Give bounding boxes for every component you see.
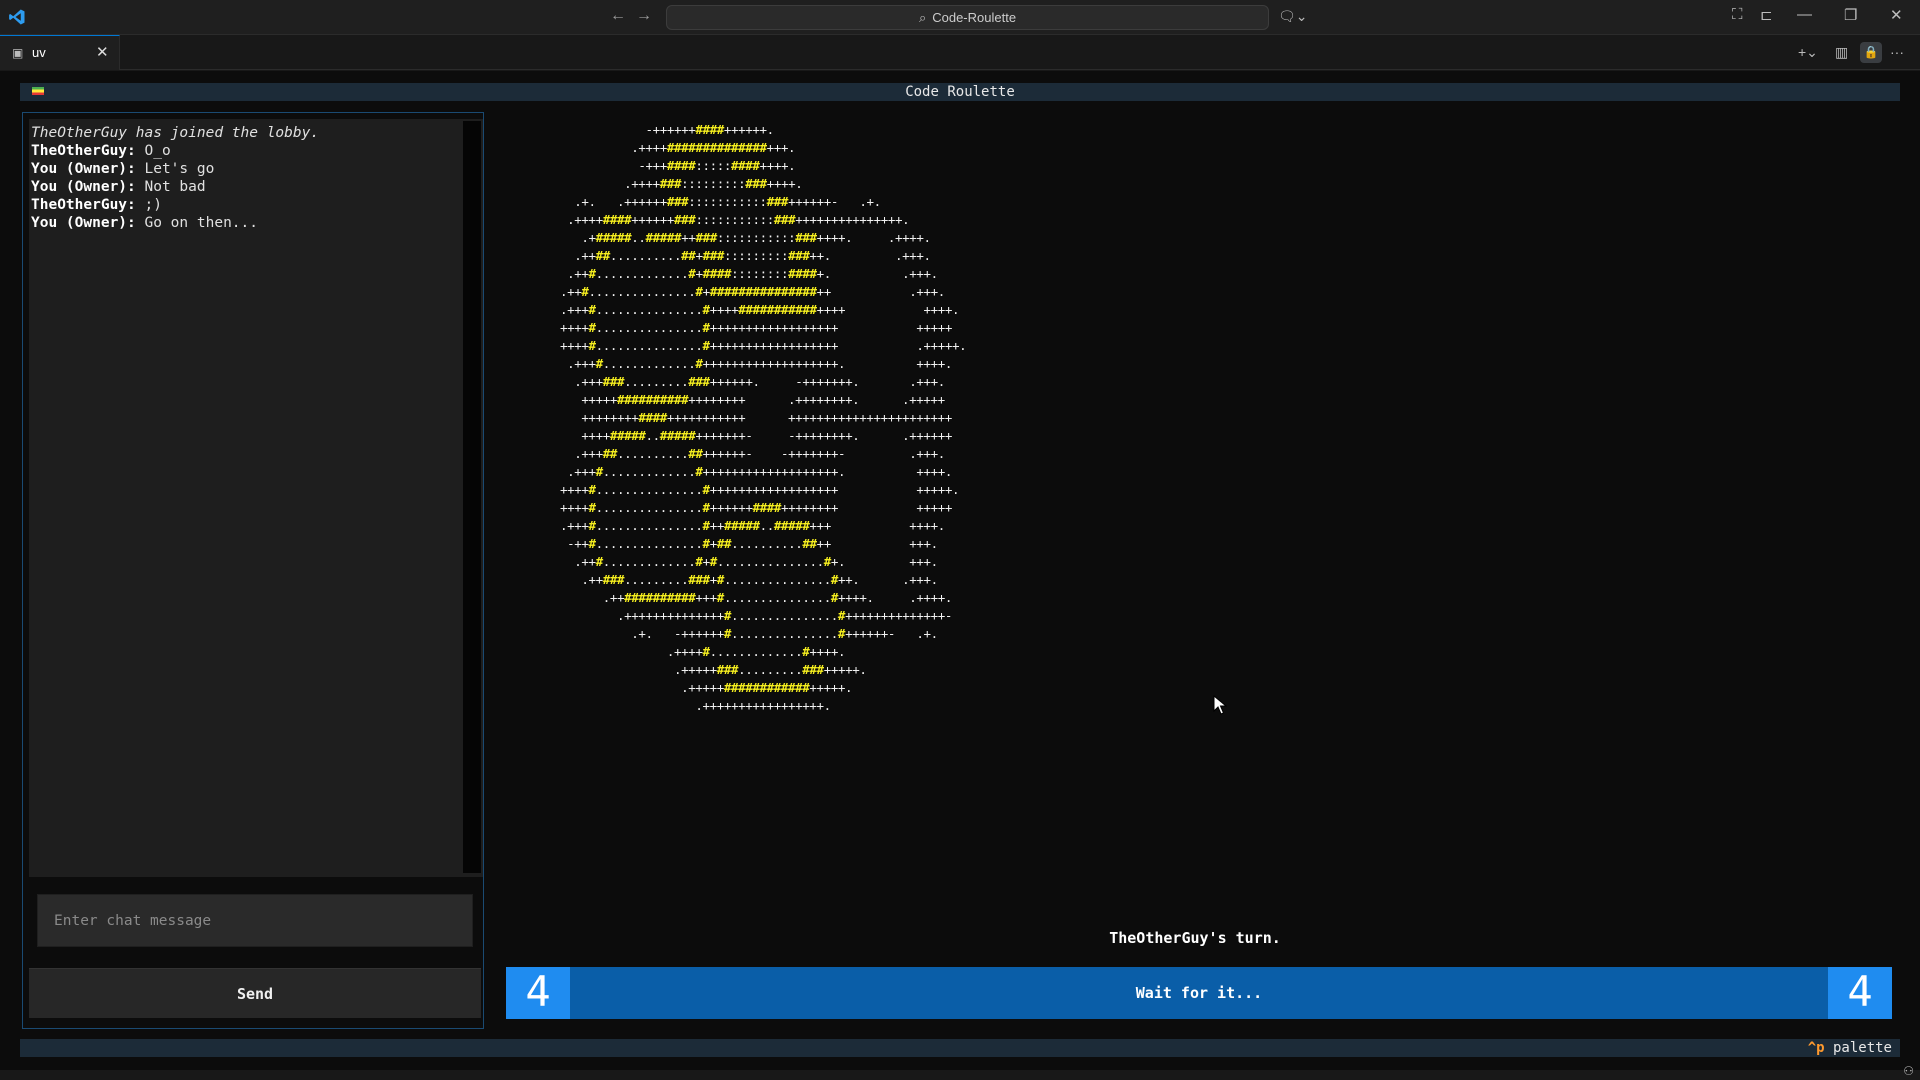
chat-scrollbar[interactable] <box>463 121 481 873</box>
tab-label: uv <box>32 45 46 60</box>
chat-author: You (Owner): <box>31 215 136 231</box>
chat-icon[interactable]: 🗨⌄ <box>1278 8 1308 25</box>
roulette-ascii-art: -++++++####++++++. .++++##############++… <box>560 121 967 715</box>
art-line: .+++#...............#++#####..#####+++ +… <box>560 518 945 533</box>
status-bar: ⚇ <box>0 1064 1920 1080</box>
art-line: .++##..........##+###:::::::::###++. .++… <box>560 248 931 263</box>
palette-key: ^p <box>1807 1040 1825 1056</box>
vscode-logo-icon[interactable] <box>8 8 26 26</box>
palette-hint[interactable]: ^p palette <box>1808 1039 1892 1057</box>
art-line: .++##########+++#...............#++++. .… <box>560 590 953 605</box>
art-line: .+++###.........###++++++. -+++++++. .++… <box>560 374 945 389</box>
chat-log[interactable]: TheOtherGuy has joined the lobby. TheOthe… <box>29 119 483 877</box>
app-title: Code Roulette <box>905 84 1015 100</box>
art-line: ++++#...............#++++++++++++++++++ … <box>560 320 952 335</box>
app-header: Code Roulette <box>20 83 1900 101</box>
chat-author: You (Owner): <box>31 179 136 195</box>
chat-message: TheOtherGuy has joined the lobby. <box>31 124 319 142</box>
chat-text: Not bad <box>135 179 206 195</box>
art-line: .++###.........###+#...............#++. … <box>560 572 938 587</box>
app-footer: ^p palette <box>20 1039 1900 1057</box>
countdown-left: 4 <box>506 967 570 1019</box>
preview-icon: ▣ <box>12 46 24 60</box>
chat-author: TheOtherGuy: <box>31 143 136 159</box>
fullscreen-icon[interactable]: ⛶ <box>1732 6 1743 23</box>
lock-icon[interactable]: 🔒 <box>1860 42 1882 63</box>
arrow-left-icon[interactable]: ← <box>610 7 626 25</box>
art-line: .+#####..#####++###:::::::::::###++++. .… <box>560 230 931 245</box>
chat-text: Let's go <box>135 161 215 177</box>
art-line: .+++#.............#+++++++++++++++++++. … <box>560 464 952 479</box>
art-line: .+++++++++++++++++. <box>560 698 831 713</box>
art-line: .+++##..........##++++++- -+++++++- .+++… <box>560 446 945 461</box>
more-actions-icon[interactable]: ··· <box>1890 44 1904 60</box>
art-line: .++++##############+++. <box>560 140 796 155</box>
art-line: .++++####++++++###:::::::::::###++++++++… <box>560 212 910 227</box>
terminal-app: Code Roulette TheOtherGuy has joined the… <box>0 71 1920 1070</box>
search-text: Code-Roulette <box>932 10 1017 25</box>
art-line: .++#.............#+####::::::::####+. .+… <box>560 266 938 281</box>
title-bar: ← → ⌕ Code-Roulette 🗨⌄ ⛶ ⊏ — ❐ ✕ <box>0 0 1920 35</box>
chat-message: TheOtherGuy: O_o <box>31 142 319 160</box>
split-editor-icon[interactable]: ▥ <box>1835 44 1848 61</box>
arrow-right-icon[interactable]: → <box>636 7 652 25</box>
art-line: .+++#.............#+++++++++++++++++++. … <box>560 356 952 371</box>
turn-status: TheOtherGuy's turn. <box>1109 929 1281 947</box>
close-icon[interactable]: ✕ <box>96 36 109 70</box>
restore-icon[interactable]: ❐ <box>1844 6 1857 24</box>
art-line: ++++#...............#++++++++++++++++++ … <box>560 482 960 497</box>
close-window-icon[interactable]: ✕ <box>1890 6 1903 24</box>
art-line: .+++++###.........###+++++. <box>560 662 867 677</box>
art-line: -+++####:::::####++++. <box>560 158 796 173</box>
art-line: .++#...............#+###############++ .… <box>560 284 945 299</box>
chat-panel: TheOtherGuy has joined the lobby. TheOthe… <box>22 112 484 1029</box>
chat-input[interactable] <box>37 894 473 947</box>
minimize-icon[interactable]: — <box>1797 6 1812 23</box>
accounts-icon[interactable]: ⚇ <box>1903 1064 1914 1078</box>
art-line: -++#...............#+##..........##++ ++… <box>560 536 938 551</box>
chat-messages: TheOtherGuy has joined the lobby. TheOthe… <box>31 124 319 232</box>
art-line: ++++#...............#++++++####++++++++ … <box>560 500 952 515</box>
art-line: .+. -++++++#...............#++++++- .+. <box>560 626 938 641</box>
art-line: .+++#...............#++++###########++++… <box>560 302 960 317</box>
mouse-pointer-icon <box>1213 695 1227 715</box>
command-center-search[interactable]: ⌕ Code-Roulette <box>666 5 1269 30</box>
art-line: .++++###:::::::::###++++. <box>560 176 803 191</box>
art-line: ++++++++####+++++++++++ ++++++++++++++++… <box>560 410 952 425</box>
chat-text: Go on then... <box>135 215 258 231</box>
countdown-right: 4 <box>1828 967 1892 1019</box>
art-line: .+++++############+++++. <box>560 680 853 695</box>
send-button[interactable]: Send <box>29 968 481 1018</box>
art-line: .+. .++++++###:::::::::::###++++++- .+. <box>560 194 881 209</box>
search-icon: ⌕ <box>918 10 927 25</box>
add-icon[interactable]: +⌄ <box>1798 44 1818 61</box>
art-line: .++++++++++++++#...............#++++++++… <box>560 608 952 623</box>
wait-label: Wait for it... <box>1135 984 1263 1002</box>
chat-text: TheOtherGuy has joined the lobby. <box>31 125 320 141</box>
layout-icon[interactable]: ⊏ <box>1760 6 1773 24</box>
art-line: +++++##########++++++++ .++++++++. .++++… <box>560 392 945 407</box>
chat-text: O_o <box>135 143 171 159</box>
chat-message: TheOtherGuy: ;) <box>31 196 319 214</box>
art-line: -++++++####++++++. <box>560 122 775 137</box>
chat-text: ;) <box>135 197 162 213</box>
art-line: .++++#.............#++++. <box>560 644 846 659</box>
palette-label: palette <box>1832 1040 1892 1056</box>
art-line: ++++#####..#####+++++++- -++++++++. .+++… <box>560 428 952 443</box>
wait-bar[interactable]: 4 Wait for it... 4 <box>506 967 1892 1019</box>
chat-message: You (Owner): Not bad <box>31 178 319 196</box>
editor-tab-bar: ▣ uv ✕ +⌄ ▥ 🔒 ··· <box>0 35 1920 70</box>
art-line: .++#.............#+#...............#+. +… <box>560 554 938 569</box>
chat-message: You (Owner): Let's go <box>31 160 319 178</box>
art-line: ++++#...............#++++++++++++++++++ … <box>560 338 967 353</box>
chat-author: TheOtherGuy: <box>31 197 136 213</box>
chat-message: You (Owner): Go on then... <box>31 214 319 232</box>
chat-author: You (Owner): <box>31 161 136 177</box>
tab-uv[interactable]: ▣ uv ✕ <box>0 35 120 70</box>
